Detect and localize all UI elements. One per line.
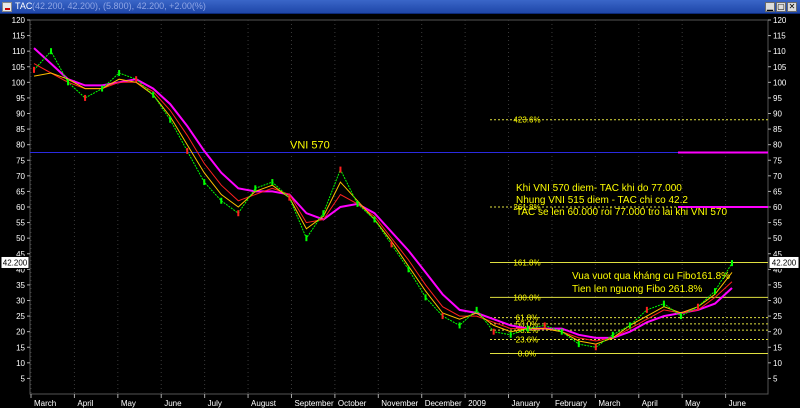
y-tick-label-right: 25 [773,312,782,321]
y-tick-label-left: 115 [12,32,25,41]
y-tick-label-left: 5 [21,374,26,383]
x-tick-label: December [425,399,462,408]
y-tick-label-right: 10 [773,359,782,368]
x-tick-label: September [294,399,333,408]
price-box-left-label: 42.200 [3,258,28,267]
y-tick-label-right: 35 [773,281,782,290]
x-tick-label: November [381,399,418,408]
fibo-level-label: 0.0% [518,349,536,358]
y-tick-label-right: 30 [773,297,782,306]
y-tick-label-left: 70 [16,172,25,181]
y-tick-label-right: 80 [773,141,782,150]
annotation-line-4: Vua vuot qua kháng cu Fibo161.8% [572,271,730,282]
y-tick-label-left: 80 [16,141,25,150]
window-titlebar: TAC (42.200, 42.200), (5.800), 42.200, +… [0,0,800,14]
x-tick-label: January [512,399,540,408]
y-tick-label-left: 15 [16,343,25,352]
x-tick-label: February [555,399,587,408]
annotation-line-1: Khi VNI 570 diem- TAC khi do 77.000 [516,183,682,194]
app-icon[interactable] [2,2,12,12]
y-tick-label-right: 75 [773,156,782,165]
x-tick-label: May [121,399,136,408]
close-button[interactable]: ✕ [787,2,797,12]
y-tick-label-right: 105 [773,63,787,72]
y-tick-label-right: 20 [773,328,782,337]
y-tick-label-right: 110 [773,47,786,56]
y-tick-label-right: 120 [773,16,787,25]
y-tick-label-left: 75 [16,156,25,165]
maximize-button[interactable]: ▢ [776,2,786,12]
y-tick-label-right: 85 [773,125,782,134]
y-tick-label-right: 70 [773,172,782,181]
fibo-level-label: 423.6% [513,116,540,125]
x-tick-label: April [77,399,93,408]
y-tick-label-left: 95 [16,94,25,103]
window-title: TAC [15,1,33,11]
x-tick-label: August [251,399,277,408]
x-tick-label: March [34,399,56,408]
x-tick-label: 2009 [468,399,486,408]
y-tick-label-right: 65 [773,187,782,196]
x-tick-label: May [685,399,700,408]
y-tick-label-left: 55 [16,219,25,228]
y-tick-label-left: 120 [12,16,26,25]
annotation-line-5: Tien len nguong Fibo 261.8% [572,284,702,295]
x-tick-label: July [208,399,222,408]
y-tick-label-left: 90 [16,110,25,119]
vni-570-label: VNI 570 [290,139,330,151]
x-tick-label: October [338,399,367,408]
x-tick-label: June [164,399,182,408]
y-tick-label-left: 25 [16,312,25,321]
y-tick-label-left: 50 [16,234,25,243]
minimize-button[interactable]: ▁ [765,2,775,12]
y-tick-label-left: 65 [16,187,25,196]
y-tick-label-right: 5 [773,374,778,383]
y-tick-label-left: 10 [16,359,25,368]
x-tick-label: April [642,399,658,408]
y-tick-label-right: 90 [773,110,782,119]
fibo-level-label: 100.0% [513,293,540,302]
y-tick-label-left: 105 [12,63,26,72]
y-tick-label-right: 115 [773,32,786,41]
price-box-right-label: 42.200 [772,258,797,267]
y-tick-label-left: 85 [16,125,25,134]
y-tick-label-left: 110 [12,47,25,56]
y-tick-label-right: 95 [773,94,782,103]
fibo-level-label: 161.8% [513,258,540,267]
quote-text: (42.200, 42.200), (5.800), 42.200, +2.00… [32,1,206,11]
y-tick-label-left: 30 [16,297,25,306]
y-tick-label-right: 50 [773,234,782,243]
y-tick-label-right: 60 [773,203,782,212]
y-tick-label-right: 15 [773,343,782,352]
x-tick-label: March [598,399,620,408]
price-chart[interactable]: 5 510 1015 1520 2025 2530 3035 3540 4045 4550 5055… [0,14,800,408]
y-tick-label-right: 100 [773,78,787,87]
annotation-line-3: TAC se len 60.000 roi 77.000 tro lai khi… [516,207,727,218]
fibo-level-label: 23.6% [516,335,539,344]
y-tick-label-left: 35 [16,281,25,290]
annotation-line-2: Nhung VNI 515 diem - TAC chi co 42.2 [516,195,688,206]
y-tick-label-right: 55 [773,219,782,228]
y-tick-label-left: 20 [16,328,25,337]
y-tick-label-left: 100 [12,78,26,87]
y-tick-label-left: 60 [16,203,25,212]
x-tick-label: June [729,399,747,408]
